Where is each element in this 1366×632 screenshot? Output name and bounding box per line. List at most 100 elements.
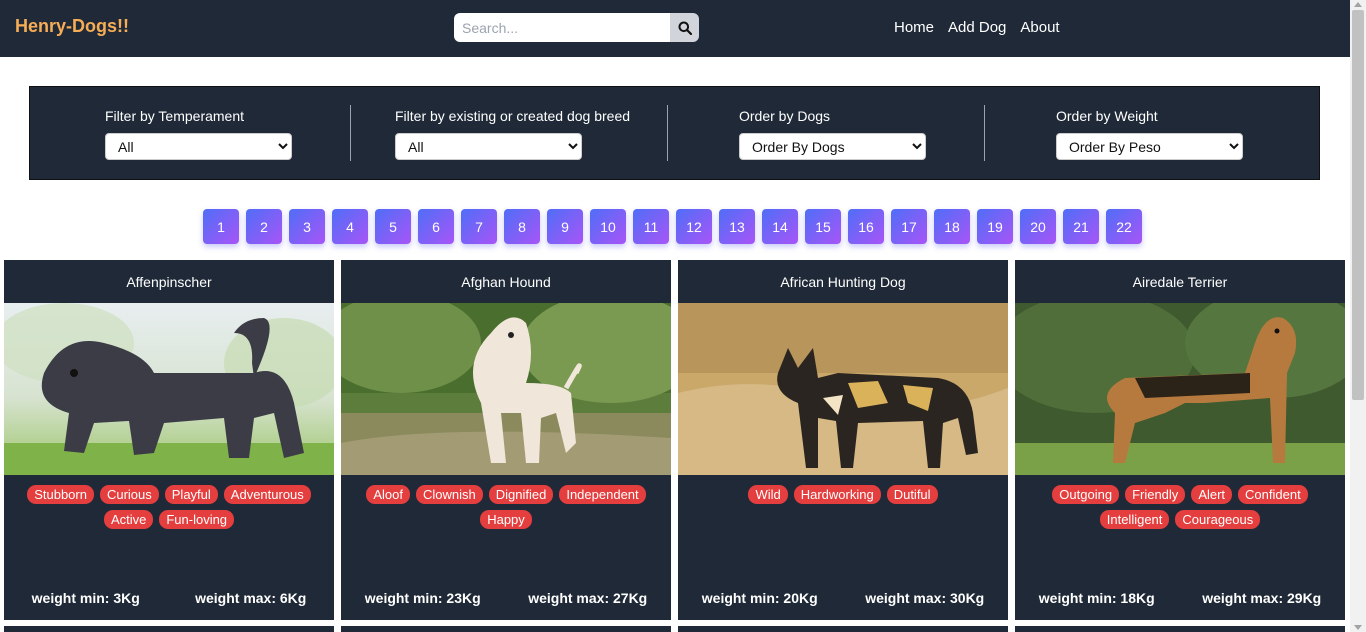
page-scrollbar[interactable]	[1350, 0, 1366, 632]
nav-home-link[interactable]: Home	[894, 19, 934, 36]
weight-info: weight min: 20Kg weight max: 30Kg	[678, 590, 1008, 606]
dog-card-title[interactable]: Afghan Hound	[341, 260, 671, 303]
navbar: Henry-Dogs!! Home Add Dog About	[0, 0, 1350, 57]
page-button-12[interactable]: 12	[676, 209, 712, 244]
temperament-badge: Confident	[1238, 485, 1308, 504]
page-button-10[interactable]: 10	[590, 209, 626, 244]
temperament-badge: Active	[103, 510, 154, 529]
temperament-badge: Clownish	[416, 485, 483, 504]
page-button-2[interactable]: 2	[246, 209, 282, 244]
dog-card-title[interactable]: Airedale Terrier	[1015, 260, 1345, 303]
page-button-14[interactable]: 14	[762, 209, 798, 244]
temperament-badge: Independent	[559, 485, 646, 504]
temperament-list: Aloof Clownish Dignified Independent Hap…	[341, 475, 671, 529]
scroll-thumb[interactable]	[1352, 10, 1364, 400]
weight-min: weight min: 23Kg	[364, 590, 481, 606]
dog-card[interactable]	[341, 626, 671, 632]
dog-card-title[interactable]: Affenpinscher	[4, 260, 334, 303]
page-button-16[interactable]: 16	[848, 209, 884, 244]
weight-min: weight min: 3Kg	[31, 590, 140, 606]
page-button-13[interactable]: 13	[719, 209, 755, 244]
page-button-3[interactable]: 3	[289, 209, 325, 244]
filter-temperament-select[interactable]: All	[105, 133, 292, 160]
dog-card-title[interactable]: African Hunting Dog	[678, 260, 1008, 303]
search-icon	[678, 21, 692, 35]
filter-temperament-label: Filter by Temperament	[105, 108, 245, 124]
filter-divider	[350, 105, 351, 161]
weight-min: weight min: 20Kg	[701, 590, 818, 606]
temperament-badge: Curious	[99, 485, 159, 504]
dog-card[interactable]	[1015, 626, 1345, 632]
dog-card[interactable]: Affenpinscher Stubborn Curious Playful A…	[4, 260, 334, 620]
page-button-4[interactable]: 4	[332, 209, 368, 244]
page-button-22[interactable]: 22	[1106, 209, 1142, 244]
weight-max: weight max: 29Kg	[1202, 590, 1322, 606]
order-dogs: Order by Dogs Order By Dogs	[739, 108, 926, 160]
page-button-15[interactable]: 15	[805, 209, 841, 244]
nav-add-dog-link[interactable]: Add Dog	[948, 19, 1006, 36]
filter-panel: Filter by Temperament All Filter by exis…	[29, 86, 1320, 180]
temperament-badge: Intelligent	[1099, 510, 1170, 529]
temperament-list: Wild Hardworking Dutiful	[678, 475, 1008, 504]
filter-source-label: Filter by existing or created dog breed	[395, 108, 631, 124]
temperament-list: Stubborn Curious Playful Adventurous Act…	[4, 475, 334, 529]
scroll-up-arrow-icon[interactable]	[1354, 2, 1362, 7]
temperament-badge: Playful	[164, 485, 218, 504]
temperament-badge: Hardworking	[793, 485, 881, 504]
nav-about-link[interactable]: About	[1020, 19, 1059, 36]
scroll-down-arrow-icon[interactable]	[1354, 625, 1362, 630]
dog-image	[4, 303, 334, 475]
dog-card[interactable]: Afghan Hound Aloof Clownish Dignified In…	[341, 260, 671, 620]
temperament-badge: Courageous	[1175, 510, 1261, 529]
temperament-badge: Aloof	[366, 485, 410, 504]
brand-logo[interactable]: Henry-Dogs!!	[15, 16, 129, 37]
search-input[interactable]	[454, 13, 670, 42]
page-button-7[interactable]: 7	[461, 209, 497, 244]
dog-image	[341, 303, 671, 475]
temperament-badge: Adventurous	[223, 485, 311, 504]
filter-source-select[interactable]: All	[395, 133, 582, 160]
order-weight-select[interactable]: Order By Peso	[1056, 133, 1243, 160]
weight-max: weight max: 30Kg	[865, 590, 985, 606]
order-weight: Order by Weight Order By Peso	[1056, 108, 1243, 160]
page-button-6[interactable]: 6	[418, 209, 454, 244]
temperament-badge: Stubborn	[27, 485, 94, 504]
weight-min: weight min: 18Kg	[1038, 590, 1155, 606]
weight-info: weight min: 18Kg weight max: 29Kg	[1015, 590, 1345, 606]
dog-card[interactable]: African Hunting Dog Wild Hardworking Dut…	[678, 260, 1008, 620]
temperament-list: Outgoing Friendly Alert Confident Intell…	[1015, 475, 1345, 529]
page-button-5[interactable]: 5	[375, 209, 411, 244]
temperament-badge: Outgoing	[1052, 485, 1120, 504]
page-button-8[interactable]: 8	[504, 209, 540, 244]
filter-source: Filter by existing or created dog breed …	[395, 108, 630, 160]
weight-max: weight max: 6Kg	[195, 590, 307, 606]
dog-card[interactable]	[4, 626, 334, 632]
weight-max: weight max: 27Kg	[528, 590, 648, 606]
page-button-19[interactable]: 19	[977, 209, 1013, 244]
page-button-21[interactable]: 21	[1063, 209, 1099, 244]
dog-card[interactable]	[678, 626, 1008, 632]
pagination: 1 2 3 4 5 6 7 8 9 10 11 12 13 14 15 16 1…	[203, 209, 1142, 244]
page-button-20[interactable]: 20	[1020, 209, 1056, 244]
order-dogs-select[interactable]: Order By Dogs	[739, 133, 926, 160]
filter-divider	[667, 105, 668, 161]
page-button-17[interactable]: 17	[891, 209, 927, 244]
page-button-11[interactable]: 11	[633, 209, 669, 244]
temperament-badge: Alert	[1191, 485, 1233, 504]
nav-links: Home Add Dog About	[894, 19, 1060, 36]
temperament-badge: Fun-loving	[159, 510, 235, 529]
temperament-badge: Dutiful	[886, 485, 938, 504]
page-button-1[interactable]: 1	[203, 209, 239, 244]
page-button-9[interactable]: 9	[547, 209, 583, 244]
temperament-badge: Wild	[748, 485, 788, 504]
filter-temperament: Filter by Temperament All	[105, 108, 292, 160]
search-button[interactable]	[670, 13, 699, 42]
weight-info: weight min: 3Kg weight max: 6Kg	[4, 590, 334, 606]
dog-image	[678, 303, 1008, 475]
page-button-18[interactable]: 18	[934, 209, 970, 244]
search-bar	[454, 13, 699, 42]
temperament-badge: Happy	[480, 510, 532, 529]
order-dogs-label: Order by Dogs	[739, 108, 831, 124]
dog-card[interactable]: Airedale Terrier Outgoing Friendly Alert…	[1015, 260, 1345, 620]
order-weight-label: Order by Weight	[1056, 108, 1158, 124]
